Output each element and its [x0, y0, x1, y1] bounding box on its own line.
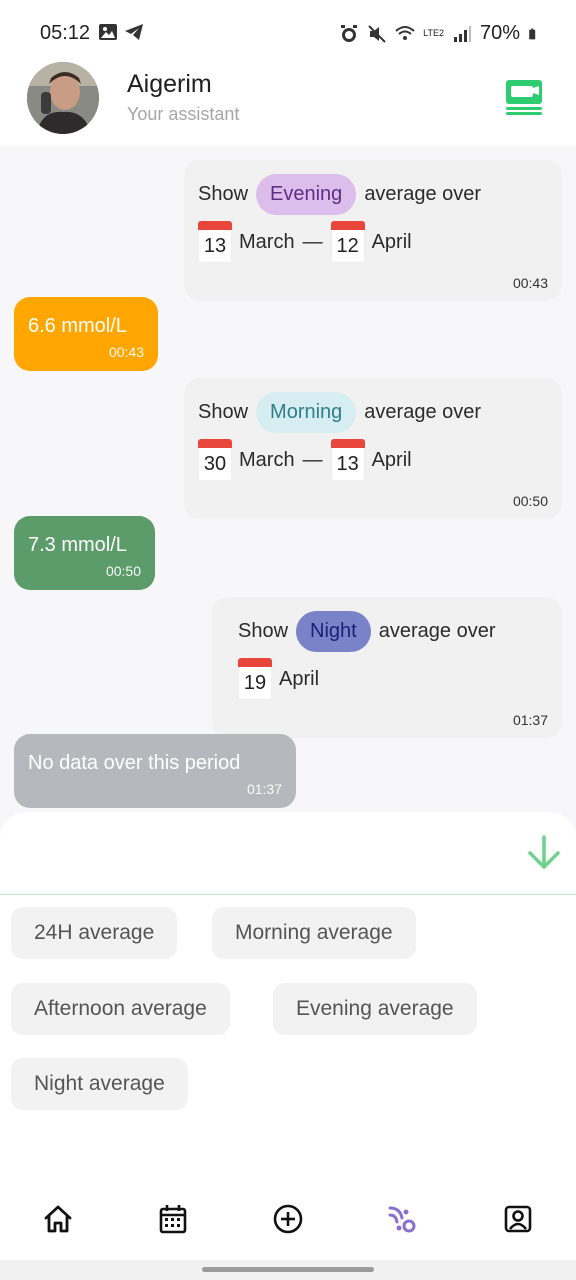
- quick-action-afternoon[interactable]: Afternoon average: [11, 983, 230, 1035]
- month-label: April: [279, 667, 320, 690]
- user-message: Show Night average over 19 April 01:37: [212, 597, 562, 738]
- calendar-icon[interactable]: [158, 1204, 188, 1234]
- quick-action-24h[interactable]: 24H average: [11, 907, 178, 959]
- assistant-subtitle: Your assistant: [127, 104, 240, 124]
- status-right: LTE2 70%: [339, 22, 540, 45]
- home-indicator[interactable]: [202, 1267, 374, 1272]
- add-circle-icon[interactable]: [273, 1204, 303, 1234]
- message-line: Show Night average over: [226, 611, 548, 652]
- assistant-message: No data over this period 01:37: [14, 734, 296, 808]
- signal-icon: [453, 25, 471, 42]
- month-label: April: [371, 448, 412, 471]
- chat-header: Aigerim Your assistant: [0, 60, 576, 146]
- home-icon[interactable]: [43, 1204, 73, 1234]
- glucose-value: 6.6 mmol/L: [28, 315, 127, 337]
- show-label: Show: [198, 183, 249, 205]
- average-over-label: average over: [364, 401, 482, 423]
- wifi-icon: [395, 25, 415, 40]
- date-line: 19 April: [238, 658, 548, 700]
- date-range-line: 13 March — 12 April: [198, 221, 548, 263]
- month-label: March: [239, 448, 295, 471]
- month-label: March: [239, 230, 295, 253]
- message-time: 00:43: [512, 275, 548, 291]
- alarm-icon: [341, 24, 358, 42]
- glucose-value: 7.3 mmol/L: [28, 534, 127, 556]
- quick-action-night[interactable]: Night average: [11, 1058, 188, 1110]
- no-data-text: No data over this period: [28, 752, 241, 774]
- battery-icon: [529, 28, 536, 39]
- dash: —: [302, 448, 323, 471]
- image-icon: [99, 24, 117, 40]
- assistant-message: 7.3 mmol/L 00:50: [14, 516, 155, 590]
- date-range-line: 30 March — 13 April: [198, 439, 548, 481]
- calendar-icon: 30: [198, 439, 232, 481]
- message-line: Show Evening average over: [198, 174, 548, 215]
- message-time: 00:50: [512, 493, 548, 509]
- network-label: LTE2: [423, 28, 444, 38]
- period-chip-evening: Evening: [256, 174, 357, 215]
- show-label: Show: [198, 401, 249, 423]
- telegram-icon: [125, 24, 143, 40]
- average-over-label: average over: [364, 183, 482, 205]
- message-time: 01:37: [246, 781, 282, 797]
- battery-percent: 70%: [479, 22, 520, 44]
- period-chip-night: Night: [296, 611, 371, 652]
- status-time: 05:12: [40, 22, 91, 44]
- profile-icon[interactable]: [503, 1204, 533, 1234]
- status-bar: 05:12 LTE2 70%: [0, 0, 576, 60]
- avatar[interactable]: [27, 62, 99, 134]
- message-time: 01:37: [512, 712, 548, 728]
- assistant-name: Aigerim: [127, 70, 212, 98]
- chat-assistant-icon[interactable]: [388, 1204, 418, 1234]
- chat-list[interactable]: Show Evening average over 13 March — 12 …: [0, 146, 576, 816]
- meter-device-icon[interactable]: [504, 78, 544, 116]
- calendar-icon: 12: [330, 221, 365, 263]
- calendar-icon: 13: [198, 221, 232, 263]
- average-over-label: average over: [378, 620, 496, 642]
- divider: [0, 894, 576, 895]
- avatar-image: [27, 62, 99, 134]
- arrow-down-icon[interactable]: [526, 834, 562, 872]
- show-label: Show: [238, 620, 289, 642]
- message-line: Show Morning average over: [198, 392, 548, 433]
- dash: —: [302, 230, 323, 253]
- quick-action-evening[interactable]: Evening average: [273, 983, 477, 1035]
- calendar-icon: 19: [238, 658, 272, 700]
- period-chip-morning: Morning: [256, 392, 357, 433]
- calendar-icon: 13: [330, 439, 365, 481]
- assistant-message: 6.6 mmol/L 00:43: [14, 297, 158, 371]
- user-message: Show Morning average over 30 March — 13 …: [184, 378, 562, 519]
- message-time: 00:50: [105, 563, 141, 579]
- user-message: Show Evening average over 13 March — 12 …: [184, 160, 562, 301]
- month-label: April: [371, 230, 412, 253]
- gesture-bar-area: [0, 1260, 576, 1280]
- quick-action-morning[interactable]: Morning average: [212, 907, 416, 959]
- bottom-navigation: [0, 1188, 576, 1260]
- status-left-icons: [98, 22, 144, 42]
- mute-icon: [368, 24, 386, 43]
- quick-actions-sheet: 24H average Morning average Afternoon av…: [0, 812, 576, 1188]
- message-time: 00:43: [108, 344, 144, 360]
